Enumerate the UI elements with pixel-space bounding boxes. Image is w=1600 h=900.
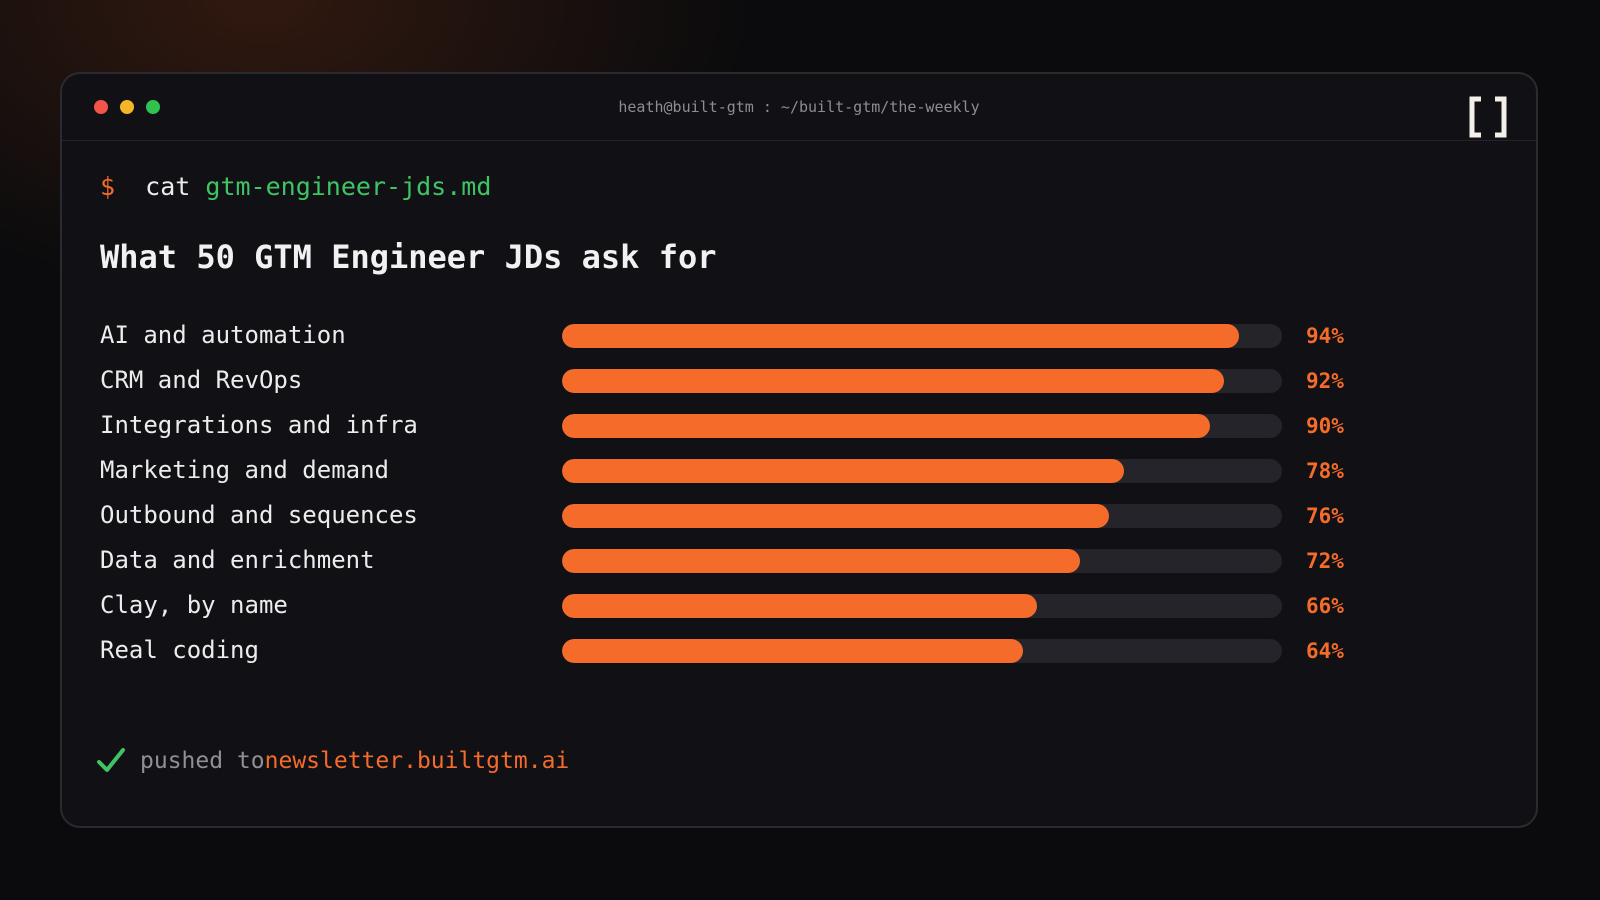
bar-value-label: 64% (1306, 639, 1344, 663)
bar (562, 414, 1210, 438)
bar-track (562, 549, 1282, 573)
bar-track (562, 594, 1282, 618)
bar-track (562, 639, 1282, 663)
bar (562, 459, 1124, 483)
bar (562, 369, 1225, 393)
bar-track (562, 324, 1282, 348)
bar-chart: AI and automation 94% CRM and RevOps 92% Int… (62, 74, 1536, 826)
bar-label: Outbound and sequences (100, 501, 418, 529)
bar-value-label: 90% (1306, 414, 1344, 438)
bar-label: Integrations and infra (100, 411, 418, 439)
footer-text: pushed to (140, 748, 265, 774)
bar-value-label: 78% (1306, 459, 1344, 483)
status-footer: pushed to newsletter.builtgtm.ai (96, 746, 569, 776)
bar-value-label: 66% (1306, 594, 1344, 618)
bar (562, 504, 1110, 528)
bar (562, 324, 1239, 348)
bar-track (562, 414, 1282, 438)
bar (562, 549, 1081, 573)
bar-value-label: 72% (1306, 549, 1344, 573)
bar-track (562, 369, 1282, 393)
bar-value-label: 92% (1306, 369, 1344, 393)
bar-value-label: 76% (1306, 504, 1344, 528)
bar-label: Real coding (100, 636, 259, 664)
newsletter-link[interactable]: newsletter.builtgtm.ai (265, 748, 570, 774)
terminal-window: heath@built-gtm : ~/built-gtm/the-weekly… (60, 72, 1538, 828)
bar-value-label: 94% (1306, 324, 1344, 348)
bar-label: CRM and RevOps (100, 366, 303, 394)
bar-label: Clay, by name (100, 591, 288, 619)
bar (562, 639, 1023, 663)
bar-label: Marketing and demand (100, 456, 389, 484)
bar-label: AI and automation (100, 321, 346, 349)
bar-track (562, 459, 1282, 483)
bar-track (562, 504, 1282, 528)
bar (562, 594, 1038, 618)
check-icon (97, 748, 125, 772)
bar-label: Data and enrichment (100, 546, 375, 574)
